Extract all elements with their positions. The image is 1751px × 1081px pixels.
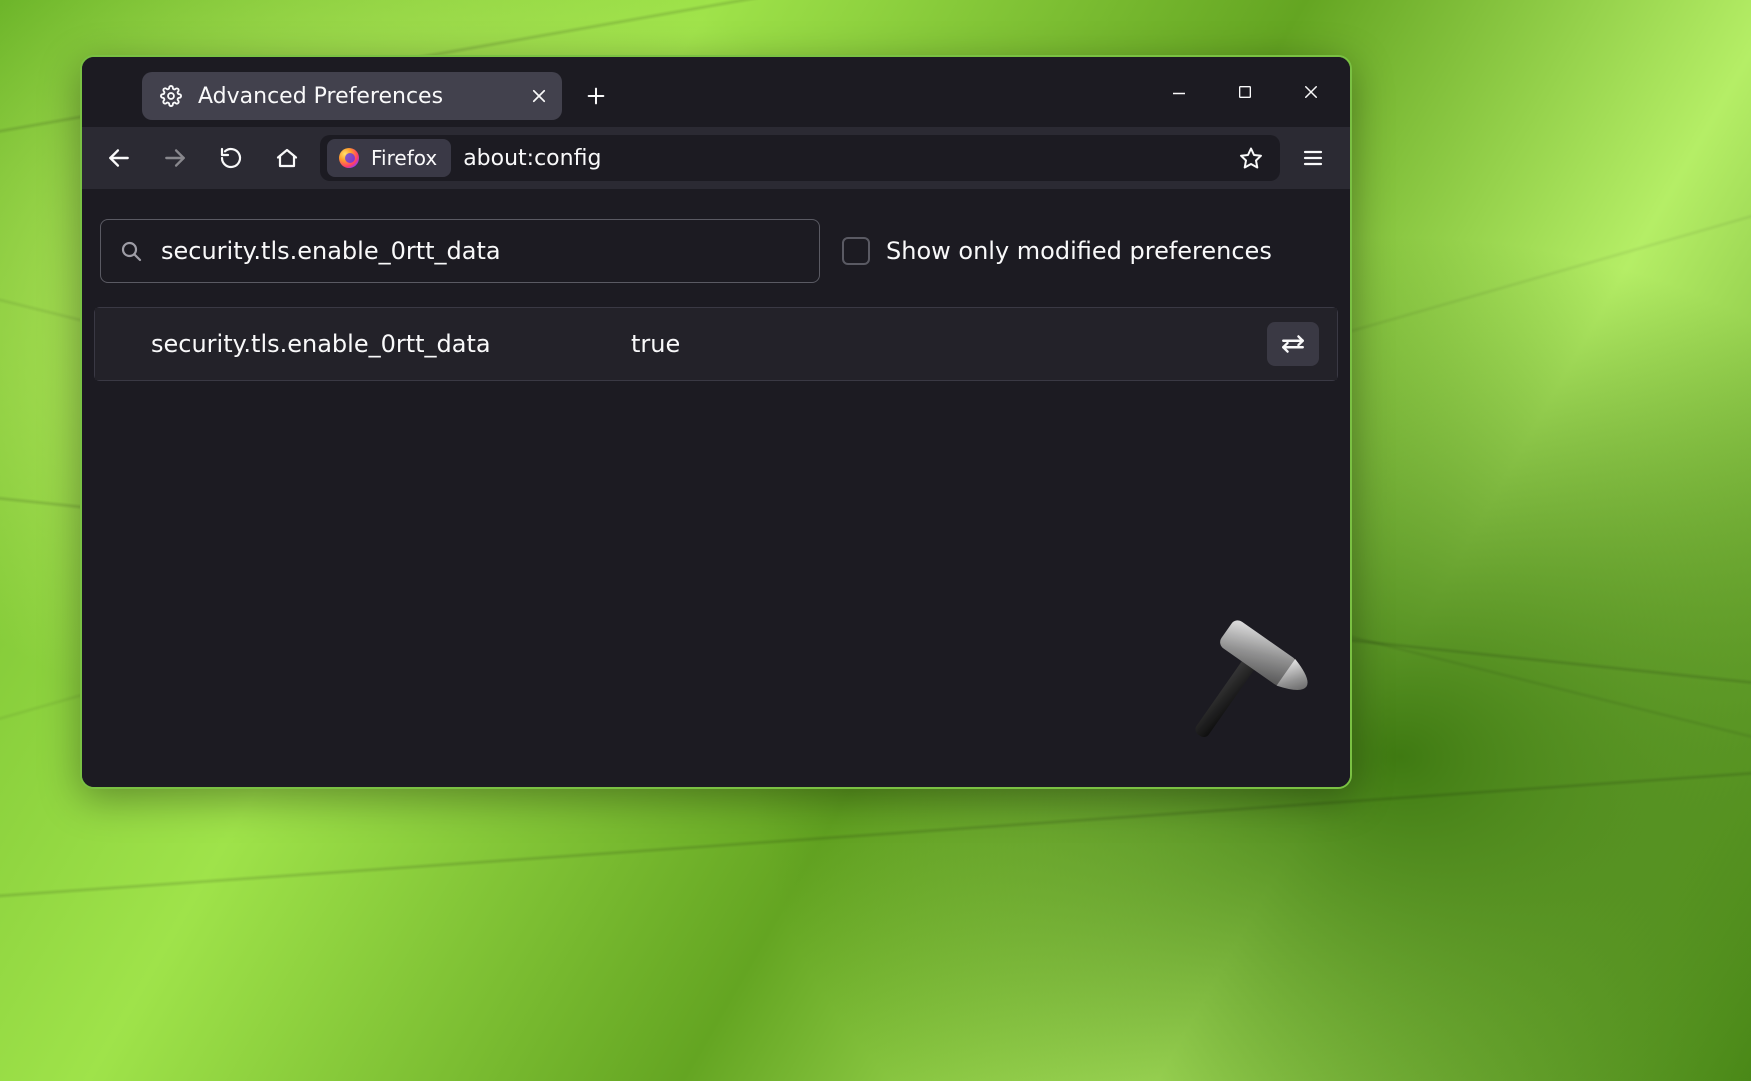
toggle-preference-button[interactable]	[1267, 322, 1319, 366]
url-identity-chip[interactable]: Firefox	[327, 139, 451, 177]
window-maximize-button[interactable]	[1214, 68, 1276, 116]
preference-name: security.tls.enable_0rtt_data	[151, 330, 611, 358]
search-icon	[119, 239, 143, 263]
preference-row[interactable]: security.tls.enable_0rtt_data true	[95, 308, 1337, 380]
app-menu-button[interactable]	[1290, 135, 1336, 181]
firefox-logo-icon	[337, 146, 361, 170]
gear-icon	[160, 85, 182, 107]
show-only-modified-toggle[interactable]: Show only modified preferences	[842, 237, 1272, 265]
window-minimize-button[interactable]	[1148, 68, 1210, 116]
url-text: about:config	[463, 146, 1219, 171]
about-config-content: Show only modified preferences security.…	[82, 189, 1350, 787]
preference-value: true	[631, 330, 1247, 358]
window-controls	[1148, 57, 1342, 127]
tab-advanced-preferences[interactable]: Advanced Preferences	[142, 72, 562, 120]
reload-button[interactable]	[208, 135, 254, 181]
close-tab-button[interactable]	[530, 87, 548, 105]
firefox-window: Advanced Preferences	[80, 55, 1352, 789]
forward-button[interactable]	[152, 135, 198, 181]
show-only-modified-label: Show only modified preferences	[886, 237, 1272, 265]
preference-search-box[interactable]	[100, 219, 820, 283]
url-identity-label: Firefox	[371, 146, 437, 170]
window-close-button[interactable]	[1280, 68, 1342, 116]
preference-results-table: security.tls.enable_0rtt_data true	[94, 307, 1338, 381]
tab-title: Advanced Preferences	[198, 84, 514, 109]
tab-bar: Advanced Preferences	[82, 57, 1350, 127]
back-button[interactable]	[96, 135, 142, 181]
checkbox-icon[interactable]	[842, 237, 870, 265]
home-button[interactable]	[264, 135, 310, 181]
preference-search-input[interactable]	[159, 236, 801, 266]
navigation-toolbar: Firefox about:config	[82, 127, 1350, 189]
address-bar[interactable]: Firefox about:config	[320, 135, 1280, 181]
bookmark-button[interactable]	[1231, 138, 1271, 178]
preference-search-row: Show only modified preferences	[94, 219, 1338, 283]
desktop-background: Advanced Preferences	[0, 0, 1751, 1081]
new-tab-button[interactable]	[576, 76, 616, 116]
